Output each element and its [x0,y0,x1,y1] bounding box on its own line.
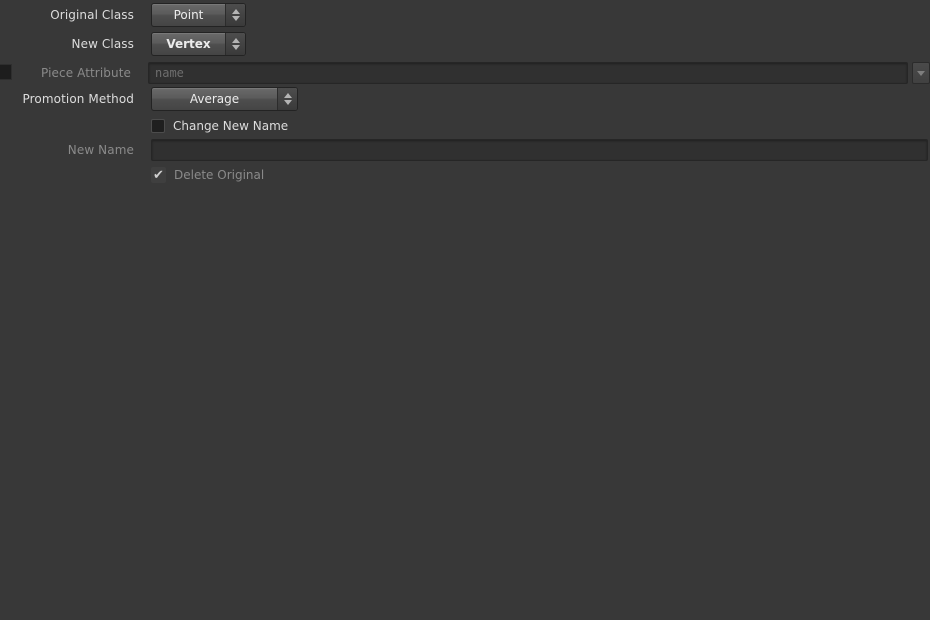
label-original-class: Original Class [50,8,134,22]
piece-attribute-placeholder: name [155,66,184,80]
triangle-up-icon[interactable] [231,9,240,14]
checkbox-unchecked-icon[interactable] [151,119,165,133]
original-class-spinner[interactable] [225,4,245,26]
field-original-class: Point [151,3,246,27]
row-new-name: New Name [0,138,930,162]
row-delete-original: ✔ Delete Original [0,163,930,187]
label-promotion-method: Promotion Method [22,92,134,106]
piece-attribute-input[interactable]: name [148,62,908,84]
new-class-spinner[interactable] [225,33,245,55]
delete-original-label: Delete Original [174,168,265,182]
original-class-value: Point [173,8,204,22]
new-class-value: Vertex [166,37,211,51]
field-new-class: Vertex [151,32,246,56]
row-promotion-method: Promotion Method Average [0,87,930,111]
row-piece-attribute: Piece Attribute name [0,61,930,85]
field-change-new-name[interactable]: Change New Name [151,114,288,138]
promotion-method-menu[interactable]: Average [151,87,298,111]
triangle-down-icon[interactable] [231,45,240,50]
triangle-down-icon[interactable] [231,16,240,21]
row-new-class: New Class Vertex [0,32,930,56]
label-new-class: New Class [71,37,134,51]
promotion-method-value: Average [189,92,240,106]
parameter-panel: Original Class Point New Class Vertex Pi… [0,0,930,620]
row-change-new-name: Change New Name [0,114,930,138]
promotion-method-spinner[interactable] [277,88,297,110]
new-name-input[interactable] [151,139,928,161]
triangle-up-icon[interactable] [231,38,240,43]
field-promotion-method: Average [151,87,298,111]
label-piece-attribute: Piece Attribute [41,66,131,80]
original-class-menu[interactable]: Point [151,3,246,27]
row-original-class: Original Class Point [0,3,930,27]
label-new-name: New Name [67,143,134,157]
triangle-up-icon[interactable] [283,93,292,98]
new-class-menu[interactable]: Vertex [151,32,246,56]
field-delete-original[interactable]: ✔ Delete Original [151,163,264,187]
change-new-name-label: Change New Name [173,119,289,133]
chevron-down-icon [917,70,925,76]
field-piece-attribute: name [148,61,930,85]
triangle-down-icon[interactable] [283,100,292,105]
checkmark-icon[interactable]: ✔ [151,167,166,183]
field-new-name [151,138,928,162]
piece-attribute-dropdown-button[interactable] [912,62,930,84]
